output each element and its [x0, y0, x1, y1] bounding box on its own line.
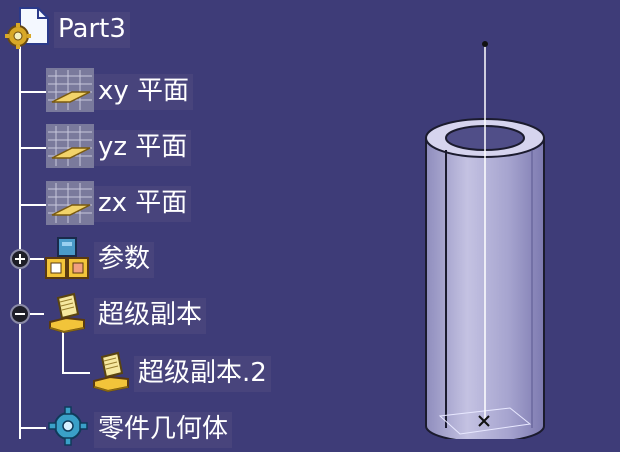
hand-book-icon [44, 292, 92, 340]
tree-item-label[interactable]: 零件几何体 [94, 412, 233, 448]
tree-item-label[interactable]: 超级副本.2 [134, 356, 271, 392]
tree-item-label[interactable]: 参数 [94, 242, 155, 278]
tree-item-label[interactable]: 超级副本 [94, 298, 207, 334]
plane-icon [46, 124, 94, 172]
plane-icon [46, 181, 94, 229]
subtree-branch-line [62, 372, 90, 374]
3d-viewport[interactable]: Part3 xy 平面 yz 平面 zx 平面 参数 超级副本 超级副本.2 零… [0, 0, 620, 448]
tree-item-label[interactable]: zx 平面 [94, 186, 192, 222]
tree-item-label[interactable]: xy 平面 [94, 74, 194, 110]
collapse-icon[interactable] [10, 304, 30, 324]
tree-root-label[interactable]: Part3 [54, 12, 130, 48]
tree-branch-line [19, 427, 46, 429]
tree-branch-line [19, 91, 46, 93]
tree-branch-line [19, 204, 46, 206]
expand-icon[interactable] [10, 249, 30, 269]
axis-top-point[interactable] [482, 41, 488, 47]
plane-icon [46, 68, 94, 116]
specification-tree: Part3 xy 平面 yz 平面 zx 平面 参数 超级副本 超级副本.2 零… [0, 0, 300, 448]
tree-item-label[interactable]: yz 平面 [94, 130, 192, 166]
tree-branch-line [30, 313, 44, 315]
tree-trunk-line [19, 46, 21, 439]
parameters-icon [44, 236, 92, 284]
part-document-icon [4, 6, 52, 54]
hand-book-icon [88, 351, 136, 399]
tree-branch-line [30, 258, 44, 260]
body-gear-icon [44, 404, 92, 452]
tree-branch-line [19, 147, 46, 149]
